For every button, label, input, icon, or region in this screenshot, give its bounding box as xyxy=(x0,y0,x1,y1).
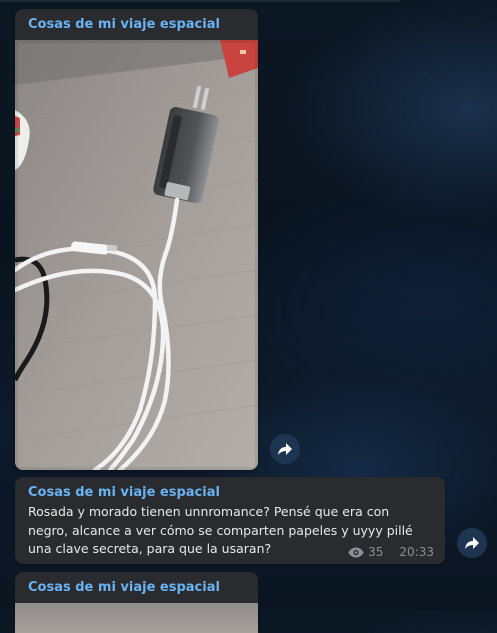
message-time: 20:33 xyxy=(399,545,434,559)
sender-name[interactable]: Cosas de mi viaje espacial xyxy=(28,485,220,500)
message-photo[interactable] xyxy=(15,40,258,470)
message-photo-bubble[interactable]: Cosas de mi viaje espacial xyxy=(15,572,258,633)
sender-name[interactable]: Cosas de mi viaje espacial xyxy=(28,17,220,32)
window-top-edge xyxy=(0,0,400,2)
views-count: 35 xyxy=(348,545,383,559)
forward-arrow-icon xyxy=(465,537,479,549)
forward-button[interactable] xyxy=(457,528,487,558)
message-meta: 35 20:33 xyxy=(348,545,434,559)
message-photo-bubble[interactable]: Cosas de mi viaje espacial xyxy=(15,9,258,470)
eye-icon xyxy=(348,547,364,557)
forward-arrow-icon xyxy=(278,443,292,455)
charger-photo-image xyxy=(15,40,258,470)
forward-button[interactable] xyxy=(270,434,300,464)
sender-name[interactable]: Cosas de mi viaje espacial xyxy=(28,580,220,595)
message-photo[interactable] xyxy=(15,603,258,633)
views-number: 35 xyxy=(368,545,384,559)
message-text-bubble[interactable]: Cosas de mi viaje espacial Rosada y mora… xyxy=(15,477,445,564)
